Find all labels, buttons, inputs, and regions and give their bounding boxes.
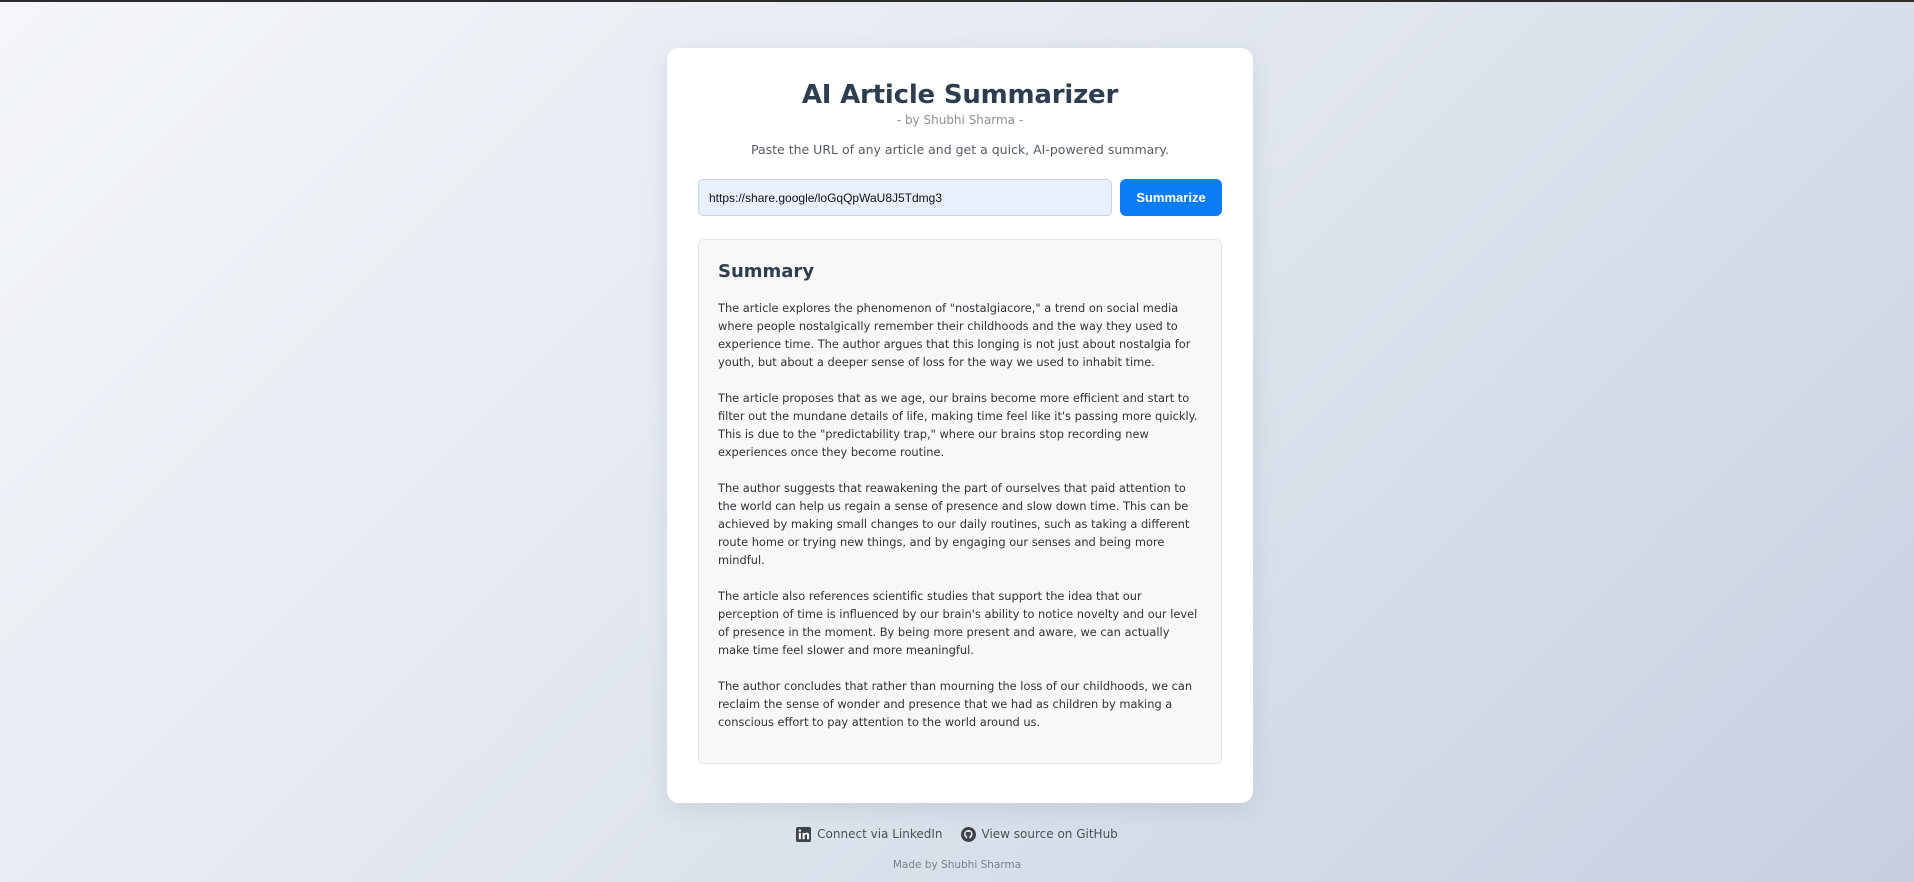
- browser-top-edge: [0, 0, 1914, 2]
- summary-heading: Summary: [718, 261, 815, 282]
- summarizer-card: AI Article Summarizer - by Shubhi Sharma…: [667, 48, 1253, 803]
- author-byline: - by Shubhi Sharma -: [896, 113, 1024, 127]
- linkedin-link[interactable]: Connect via LinkedIn: [796, 826, 943, 842]
- url-form: Summarize: [698, 179, 1222, 216]
- summarize-button[interactable]: Summarize: [1120, 179, 1222, 216]
- summary-paragraph: The article also references scientific s…: [718, 589, 1198, 657]
- summary-panel: Summary The article explores the phenome…: [698, 239, 1222, 764]
- github-label: View source on GitHub: [981, 827, 1118, 841]
- footer-links: Connect via LinkedIn View source on GitH…: [0, 826, 1914, 842]
- github-icon: [960, 826, 976, 842]
- github-link[interactable]: View source on GitHub: [960, 826, 1118, 842]
- linkedin-icon: [796, 826, 812, 842]
- summary-paragraph: The article proposes that as we age, our…: [718, 391, 1198, 459]
- url-input[interactable]: [698, 179, 1112, 216]
- summary-paragraph: The author suggests that reawakening the…: [718, 481, 1190, 567]
- made-by-credit: Made by Shubhi Sharma: [892, 859, 1022, 871]
- page-title: AI Article Summarizer: [801, 80, 1119, 110]
- linkedin-label: Connect via LinkedIn: [817, 827, 943, 841]
- tagline: Paste the URL of any article and get a q…: [750, 142, 1170, 157]
- summary-paragraph: The author concludes that rather than mo…: [718, 679, 1193, 729]
- summary-paragraph: The article explores the phenomenon of "…: [718, 301, 1191, 369]
